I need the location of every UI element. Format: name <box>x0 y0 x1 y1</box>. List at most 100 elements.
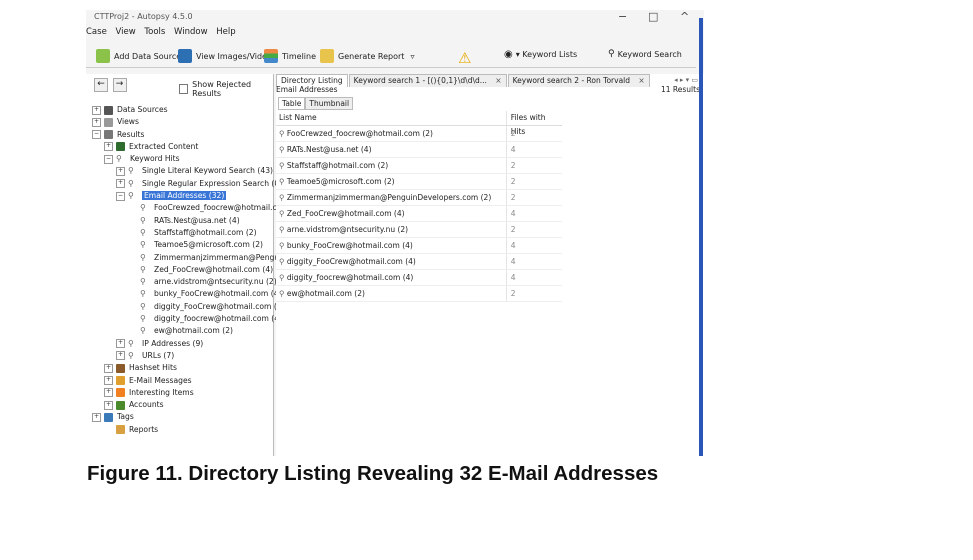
cell-files-with-hits: 2 <box>510 161 516 170</box>
generate-report-button[interactable]: Generate Report ▿ <box>320 49 414 63</box>
add-data-source-button[interactable]: Add Data Source <box>96 49 181 63</box>
maximize-button[interactable]: □ <box>648 10 658 23</box>
tree-node[interactable]: + ⚲ URLs (7) <box>92 350 272 362</box>
view-images-button[interactable]: View Images/Videos <box>178 49 276 63</box>
table-row[interactable]: ⚲ ew@hotmail.com (2) 2 <box>276 286 562 302</box>
tree-node[interactable]: + E-Mail Messages <box>92 375 272 387</box>
magnifier-icon: ⚲ <box>140 326 146 336</box>
tree-node[interactable]: + Accounts <box>92 399 272 411</box>
menu-help[interactable]: Help <box>216 27 235 37</box>
tree-node[interactable]: ⚲ diggity_foocrew@hotmail.com (4) <box>92 313 282 325</box>
tree-node-label: Tags <box>117 412 134 422</box>
tree-node[interactable]: ⚲ Zed_FooCrew@hotmail.com (4) <box>92 264 273 276</box>
cell-files-with-hits: 4 <box>510 241 516 250</box>
list-name-text: diggity_foocrew@hotmail.com (4) <box>286 273 414 282</box>
tree-node[interactable]: ⚲ RATs.Nest@usa.net (4) <box>92 215 272 227</box>
tree-node[interactable]: − ⚲ Email Addresses (32) <box>92 190 272 202</box>
table-row[interactable]: ⚲ bunky_FooCrew@hotmail.com (4) 4 <box>276 238 562 254</box>
forward-button[interactable]: → <box>112 78 127 92</box>
collapse-icon[interactable]: − <box>116 191 125 201</box>
table-row[interactable]: ⚲ arne.vidstrom@ntsecurity.nu (2) 2 <box>276 222 562 238</box>
cell-files-with-hits: 2 <box>510 177 516 186</box>
tree-node[interactable]: + Extracted Content <box>92 141 272 153</box>
tree-node[interactable]: + Hashset Hits <box>92 362 272 374</box>
tree-node[interactable]: ⚲ arne.vidstrom@ntsecurity.nu (2) <box>92 276 277 288</box>
tree-node[interactable]: ⚲ Zimmermanjzimmerman@PenguinD <box>92 252 292 264</box>
tab-keyword-search-2[interactable]: Keyword search 2 - Ron Torvald × <box>507 74 650 87</box>
close-icon[interactable]: × <box>638 76 644 85</box>
tab-thumbnail[interactable]: Thumbnail <box>305 97 354 110</box>
list-name-text: Staffstaff@hotmail.com (2) <box>286 161 389 170</box>
cell-files-with-hits: 4 <box>510 257 516 266</box>
back-button[interactable]: ← <box>94 78 108 92</box>
column-files-with-hits[interactable]: Files with Hits <box>507 111 562 136</box>
minimize-button[interactable]: − <box>618 10 627 23</box>
collapse-icon[interactable]: − <box>104 154 113 164</box>
expand-icon[interactable]: + <box>104 142 113 152</box>
tree-node[interactable]: − Results <box>92 129 272 141</box>
list-name-text: Zimmermanjzimmerman@PenguinDevelopers.co… <box>286 193 492 202</box>
expand-icon[interactable]: + <box>116 351 125 361</box>
table-row[interactable]: ⚲ FooCrewzed_foocrew@hotmail.com (2) 2 <box>276 126 562 142</box>
expand-icon[interactable]: + <box>116 166 125 176</box>
expand-icon[interactable]: + <box>104 376 113 386</box>
table-row[interactable]: ⚲ Teamoe5@microsoft.com (2) 2 <box>276 174 562 190</box>
expand-icon[interactable]: + <box>92 117 101 127</box>
table-row[interactable]: ⚲ diggity_foocrew@hotmail.com (4) 4 <box>276 270 562 286</box>
close-icon[interactable]: × <box>495 76 501 85</box>
table-row[interactable]: ⚲ diggity_FooCrew@hotmail.com (4) 4 <box>276 254 562 270</box>
magnifier-icon: ⚲ <box>140 240 146 250</box>
tree-node[interactable]: + Tags <box>92 411 272 423</box>
expand-icon[interactable]: + <box>116 339 125 349</box>
tree-node[interactable]: Reports <box>92 424 272 436</box>
tree-node[interactable]: ⚲ FooCrewzed_foocrew@hotmail.co <box>92 202 281 214</box>
magnifier-icon: ⚲ <box>279 129 287 138</box>
timeline-button[interactable]: Timeline <box>264 49 316 63</box>
menu-case[interactable]: Case <box>86 27 107 37</box>
tree-node-label: FooCrewzed_foocrew@hotmail.co <box>154 203 282 213</box>
expand-icon[interactable]: + <box>104 400 113 410</box>
menu-tools[interactable]: Tools <box>144 27 165 37</box>
list-name-text: RATs.Nest@usa.net (4) <box>286 145 372 154</box>
tree-node[interactable]: + ⚲ Single Regular Expression Search (0) <box>92 178 282 190</box>
expand-icon[interactable]: + <box>92 412 101 422</box>
tree-node[interactable]: − ⚲ Keyword Hits <box>92 153 272 165</box>
gallery-icon <box>178 49 192 63</box>
tab-table[interactable]: Table <box>278 97 306 110</box>
tree-node[interactable]: + Data Sources <box>92 104 272 116</box>
warning-button[interactable]: ⚠ <box>458 49 471 67</box>
menu-window[interactable]: Window <box>174 27 208 37</box>
menu-view[interactable]: View <box>116 27 136 37</box>
table-row[interactable]: ⚲ RATs.Nest@usa.net (4) 4 <box>276 142 562 158</box>
cell-list-name: ⚲ Teamoe5@microsoft.com (2) <box>276 174 507 189</box>
keyword-lists-button[interactable]: ◉ ▾ Keyword Lists <box>504 49 577 60</box>
expand-icon[interactable]: + <box>92 105 101 115</box>
magnifier-icon: ⚲ <box>279 193 287 202</box>
tree-node-label: IP Addresses (9) <box>142 338 204 348</box>
magnifier-icon: ⚲ <box>279 161 287 170</box>
collapse-button[interactable]: ^ <box>680 10 689 23</box>
show-rejected-toggle[interactable]: Show Rejected Results <box>179 80 273 98</box>
collapse-icon[interactable]: − <box>92 130 101 140</box>
tree-node[interactable]: + ⚲ Single Literal Keyword Search (43) <box>92 165 273 177</box>
tree-node[interactable]: ⚲ ew@hotmail.com (2) <box>92 325 272 337</box>
magnifier-icon: ⚲ <box>140 203 146 213</box>
table-row[interactable]: ⚲ Staffstaff@hotmail.com (2) 2 <box>276 158 562 174</box>
expand-icon[interactable]: + <box>116 179 125 189</box>
expand-icon[interactable]: + <box>104 388 113 398</box>
tree-node[interactable]: + Views <box>92 116 272 128</box>
keyword-search-button[interactable]: ⚲ Keyword Search <box>608 49 682 59</box>
show-rejected-checkbox[interactable] <box>179 84 189 94</box>
tree-node[interactable]: ⚲ Staffstaff@hotmail.com (2) <box>92 227 272 239</box>
expand-icon[interactable]: + <box>104 363 113 373</box>
tree-node[interactable]: ⚲ diggity_FooCrew@hotmail.com (4) <box>92 301 285 313</box>
tree-node[interactable]: ⚲ bunky_FooCrew@hotmail.com (4) <box>92 288 282 300</box>
magnifier-icon: ⚲ <box>128 350 134 360</box>
table-row[interactable]: ⚲ Zimmermanjzimmerman@PenguinDevelopers.… <box>276 190 562 206</box>
tab-keyword-search-1[interactable]: Keyword search 1 - [(){0,1}\d\d\d... × <box>348 74 507 87</box>
tree-node[interactable]: + ⚲ IP Addresses (9) <box>92 338 272 350</box>
column-list-name[interactable]: List Name <box>276 111 507 125</box>
tree-node[interactable]: + Interesting Items <box>92 387 272 399</box>
tree-node[interactable]: ⚲ Teamoe5@microsoft.com (2) <box>92 239 272 251</box>
table-row[interactable]: ⚲ Zed_FooCrew@hotmail.com (4) 4 <box>276 206 562 222</box>
